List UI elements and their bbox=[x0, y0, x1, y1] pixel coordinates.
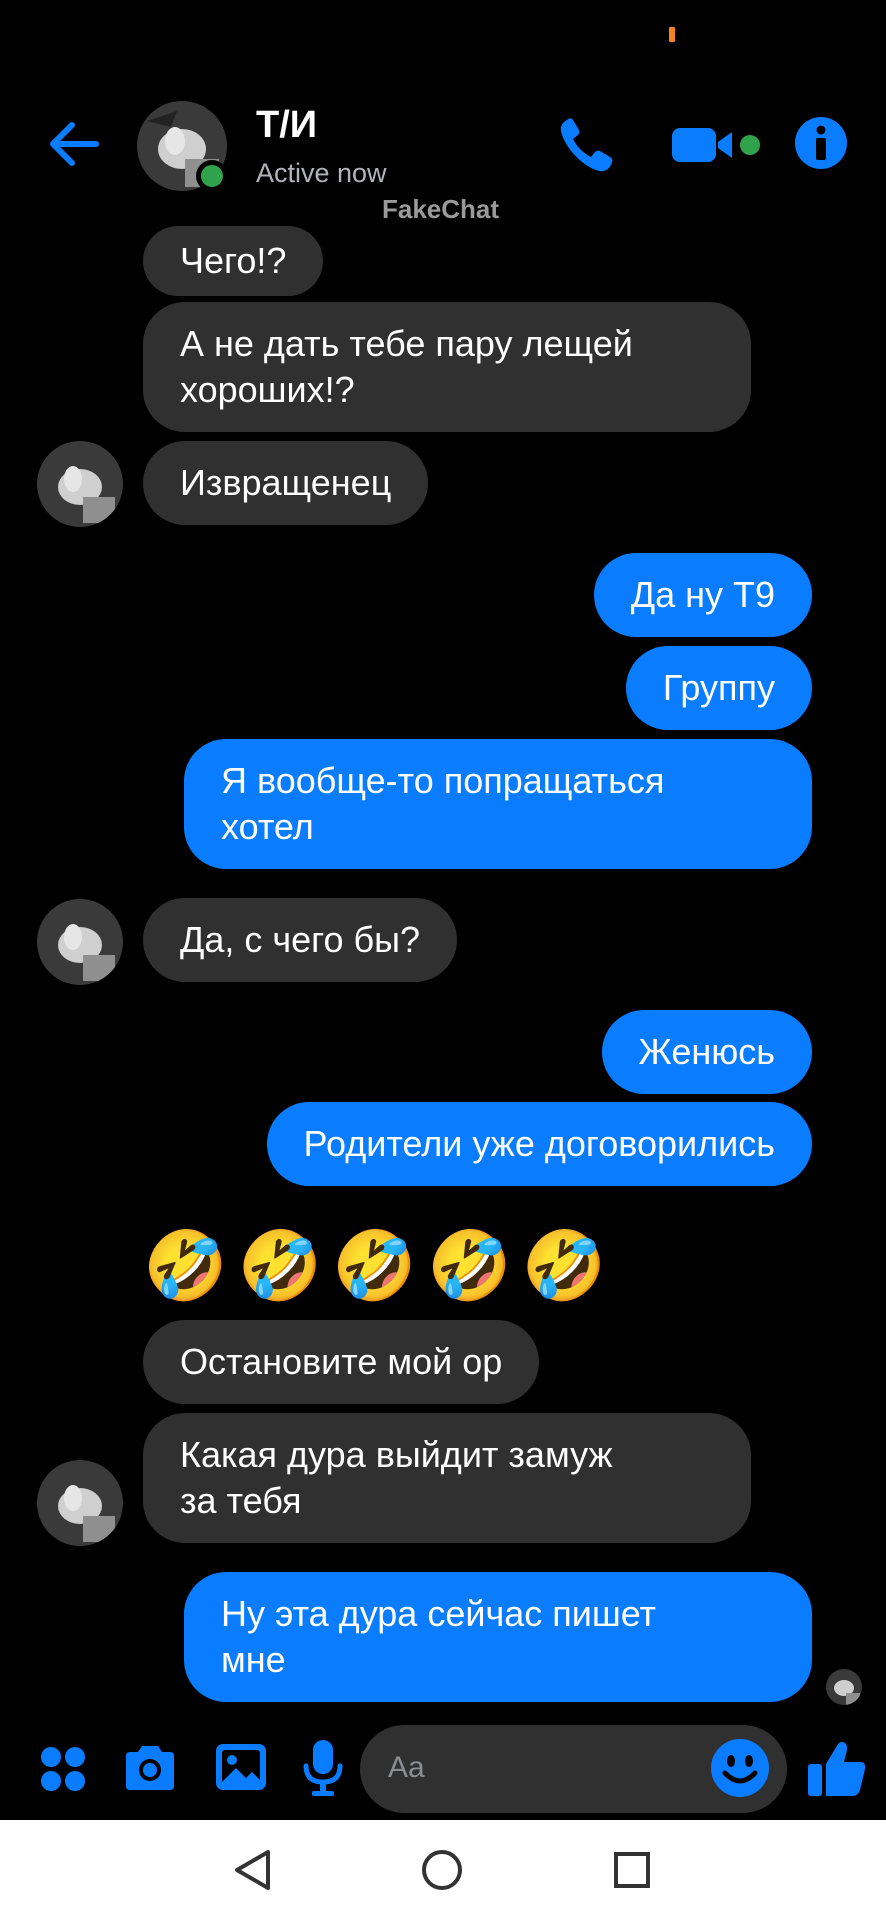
incoming-message[interactable]: Извращенец bbox=[143, 441, 429, 525]
status-indicator bbox=[669, 27, 675, 42]
contact-active-status: Active now bbox=[256, 158, 387, 188]
contact-avatar-small[interactable] bbox=[37, 441, 123, 527]
contact-name[interactable]: Т/И bbox=[256, 104, 317, 147]
contact-avatar-small[interactable] bbox=[37, 899, 123, 985]
nav-recents-icon[interactable] bbox=[612, 1848, 652, 1892]
thumbs-up-icon[interactable] bbox=[806, 1738, 868, 1800]
apps-icon[interactable] bbox=[38, 1744, 88, 1794]
system-navigation-bar bbox=[0, 1820, 886, 1920]
incoming-message[interactable]: А не дать тебе пару лещей хороших!? bbox=[143, 302, 751, 432]
message-input-placeholder: Aa bbox=[388, 1751, 425, 1784]
emoji-message[interactable]: 🤣🤣🤣🤣🤣 bbox=[143, 1222, 616, 1312]
outgoing-message[interactable]: Я вообще-то попращаться хотел bbox=[184, 739, 812, 869]
outgoing-message[interactable]: Группу bbox=[625, 646, 812, 730]
incoming-message[interactable]: Да, с чего бы? bbox=[143, 898, 458, 982]
incoming-message[interactable]: Чего!? bbox=[143, 226, 324, 296]
message-composer: Aa bbox=[0, 1720, 886, 1820]
contact-avatar-small[interactable] bbox=[37, 1460, 123, 1546]
watermark: FakeChat bbox=[382, 194, 500, 224]
video-call-icon[interactable] bbox=[670, 120, 760, 170]
emoji-icon[interactable] bbox=[709, 1737, 771, 1799]
outgoing-message[interactable]: Родители уже договорились bbox=[266, 1102, 812, 1186]
outgoing-message[interactable]: Да ну Т9 bbox=[593, 553, 812, 637]
camera-icon[interactable] bbox=[122, 1740, 178, 1796]
incoming-message[interactable]: Какая дура выйдит замуж за тебя bbox=[143, 1413, 751, 1543]
outgoing-message[interactable]: Ну эта дура сейчас пишет мне bbox=[184, 1572, 812, 1702]
nav-back-icon[interactable] bbox=[232, 1848, 272, 1892]
message-input[interactable]: Aa bbox=[360, 1725, 787, 1813]
back-arrow-icon[interactable] bbox=[44, 114, 104, 174]
outgoing-message[interactable]: Женюсь bbox=[601, 1010, 812, 1094]
online-status-dot bbox=[196, 160, 228, 192]
incoming-message[interactable]: Остановите мой ор bbox=[143, 1320, 540, 1404]
phone-call-icon[interactable] bbox=[555, 114, 617, 176]
gallery-icon[interactable] bbox=[214, 1740, 268, 1794]
microphone-icon[interactable] bbox=[302, 1738, 344, 1798]
nav-home-icon[interactable] bbox=[420, 1848, 464, 1892]
info-icon[interactable] bbox=[794, 116, 848, 170]
read-receipt-avatar bbox=[826, 1669, 862, 1705]
chat-header: Т/И Active now FakeChat bbox=[0, 80, 886, 230]
